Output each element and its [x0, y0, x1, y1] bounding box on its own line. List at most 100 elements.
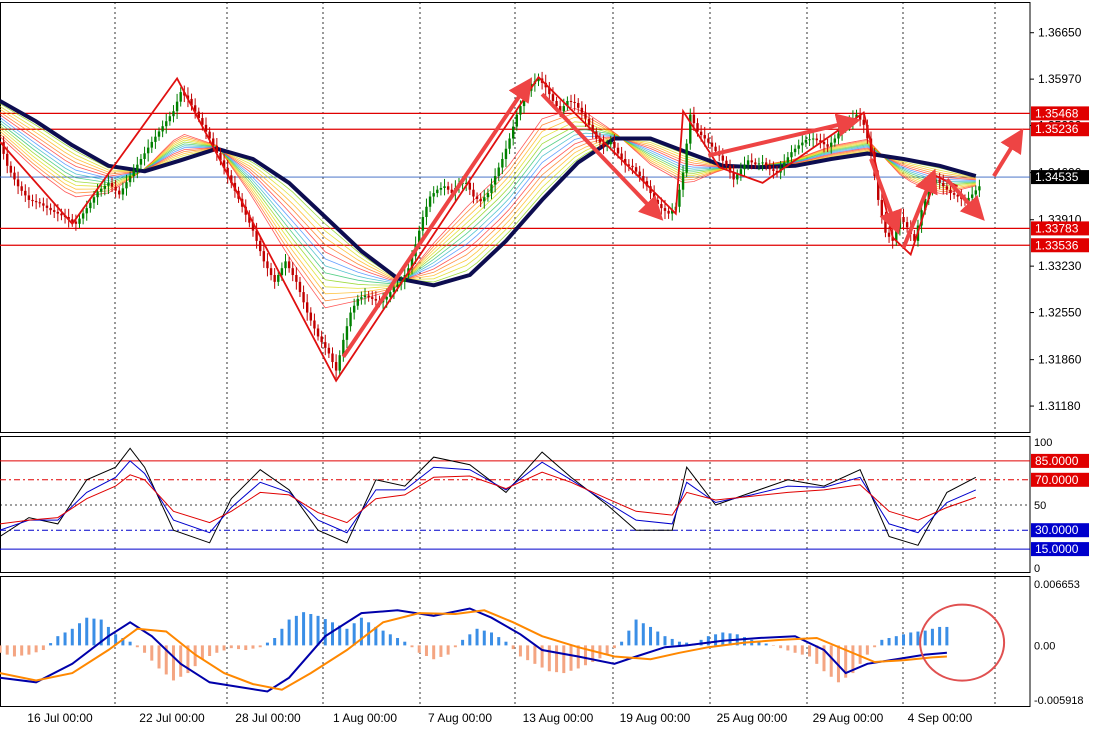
macd-histogram-bar	[302, 612, 305, 645]
candle-body	[808, 139, 810, 140]
macd-histogram-bar	[909, 632, 912, 645]
candle-body	[140, 159, 142, 165]
candle-body	[180, 92, 182, 102]
candle-body	[472, 190, 474, 197]
candle-body	[93, 197, 95, 202]
candle-body	[584, 113, 586, 119]
candle-body	[563, 106, 565, 111]
macd-histogram-bar	[244, 645, 247, 650]
stoch-level-label: 70.0000	[1035, 473, 1079, 487]
stoch-tick-label: 100	[1034, 437, 1052, 449]
macd-histogram-bar	[613, 645, 616, 648]
candle-body	[143, 153, 145, 159]
price-tick-label: 1.32550	[1038, 306, 1082, 320]
macd-histogram-bar	[671, 639, 674, 645]
level-label: 1.33536	[1035, 238, 1079, 252]
macd-histogram-bar	[172, 645, 175, 680]
macd-histogram-bar	[78, 623, 81, 645]
candle-body	[86, 208, 88, 213]
level-label: 1.35468	[1035, 106, 1079, 120]
level-label: 1.33783	[1035, 221, 1079, 235]
macd-histogram-bar	[555, 645, 558, 672]
candle-body	[447, 186, 449, 189]
macd-histogram-bar	[42, 645, 45, 650]
candle-body	[696, 123, 698, 132]
candle-body	[429, 197, 431, 207]
candle-body	[263, 251, 265, 261]
candle-body	[169, 116, 171, 121]
candle-body	[371, 297, 373, 299]
candle-body	[552, 94, 554, 101]
time-axis-label: 16 Jul 00:00	[27, 711, 93, 725]
candle-body	[125, 182, 127, 188]
candle-body	[487, 193, 489, 197]
candle-body	[302, 292, 304, 302]
macd-histogram-bar	[317, 616, 320, 646]
macd-histogram-bar	[266, 643, 269, 646]
macd-histogram-bar	[512, 645, 515, 649]
macd-tick-label: 0.006653	[1034, 579, 1080, 591]
candle-body	[299, 282, 301, 292]
candle-body	[787, 157, 789, 162]
macd-histogram-bar	[714, 634, 717, 645]
macd-histogram-bar	[223, 645, 226, 650]
stoch-level-label: 85.0000	[1035, 454, 1079, 468]
macd-histogram-bar	[924, 631, 927, 646]
macd-histogram-bar	[345, 629, 348, 646]
candle-body	[346, 326, 348, 340]
macd-histogram-bar	[533, 645, 536, 663]
candle-body	[28, 195, 30, 200]
candle-body	[78, 219, 80, 224]
macd-histogram-bar	[251, 645, 254, 648]
candle-body	[349, 313, 351, 327]
candle-body	[501, 159, 503, 168]
macd-histogram-bar	[35, 645, 38, 652]
macd-histogram-bar	[403, 642, 406, 646]
macd-histogram-bar	[6, 645, 9, 654]
candle-body	[949, 190, 951, 193]
macd-histogram-bar	[902, 634, 905, 645]
macd-histogram-bar	[938, 627, 941, 645]
candle-body	[863, 120, 865, 125]
candle-body	[335, 362, 337, 371]
candle-body	[96, 192, 98, 197]
candle-body	[328, 348, 330, 354]
candle-body	[306, 302, 308, 312]
candle-body	[667, 211, 669, 214]
macd-histogram-bar	[230, 645, 233, 648]
macd-histogram-bar	[627, 631, 630, 646]
candle-body	[570, 101, 572, 102]
candle-body	[10, 166, 12, 173]
candle-body	[826, 144, 828, 146]
candle-body	[133, 170, 135, 176]
candle-body	[888, 233, 890, 237]
macd-histogram-bar	[324, 619, 327, 645]
candle-body	[176, 102, 178, 112]
macd-histogram-bar	[360, 618, 363, 646]
macd-histogram-bar	[707, 636, 710, 645]
macd-histogram-bar	[71, 629, 74, 646]
candle-body	[682, 173, 684, 190]
macd-histogram-bar	[620, 642, 623, 646]
candle-body	[588, 119, 590, 125]
time-axis-label: 7 Aug 00:00	[428, 711, 492, 725]
candle-body	[769, 166, 771, 169]
candle-body	[357, 299, 359, 306]
candle-body	[801, 143, 803, 146]
candle-body	[147, 148, 149, 154]
macd-histogram-bar	[273, 638, 276, 645]
candle-body	[635, 167, 637, 171]
candle-body	[57, 212, 59, 214]
candle-body	[339, 355, 341, 370]
candle-body	[367, 295, 369, 297]
candle-body	[310, 313, 312, 321]
candle-body	[693, 115, 695, 124]
macd-histogram-bar	[916, 632, 919, 646]
candle-body	[89, 203, 91, 208]
candle-body	[151, 142, 153, 148]
macd-histogram-bar	[389, 634, 392, 645]
macd-histogram-bar	[808, 645, 811, 656]
candle-body	[154, 137, 156, 142]
candle-body	[573, 102, 575, 103]
macd-histogram-bar	[215, 645, 218, 652]
